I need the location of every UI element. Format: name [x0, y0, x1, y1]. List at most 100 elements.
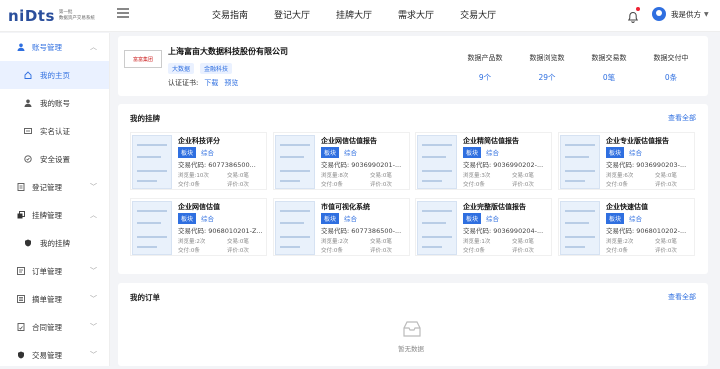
chevron-down-icon: ▼	[704, 10, 709, 18]
product-tag-category: 综合	[486, 215, 499, 223]
document-icon	[17, 183, 25, 191]
company-tag: 金融科技	[200, 63, 233, 74]
logo[interactable]: niDts 第一批 数据资产交易系统	[8, 6, 95, 26]
sidebar-item-account[interactable]: 账号管理 ︿	[0, 33, 109, 61]
listing-item[interactable]: 企业精简估值报告 板块 综合 交易代码: 9036990202-... 浏览量:3次 交易…	[415, 132, 552, 190]
product-code: 交易代码: 6077386500...	[178, 161, 256, 169]
my-listings-card: 我的挂牌 查看全部 企业科技评分 板块 综合 交易代码: 6077386500... 浏…	[118, 104, 708, 274]
listing-item[interactable]: 企业网信估值 板块 综合 交易代码: 9068010201-Z... 浏览量:2次 交易:…	[130, 198, 267, 256]
listing-item[interactable]: 企业快速估值 板块 综合 交易代码: 9068010202-... 浏览量:2次 交易:0…	[558, 198, 695, 256]
product-name: 企业快速估值	[606, 203, 648, 211]
view-all-listings-link[interactable]: 查看全部	[668, 113, 696, 123]
stat-value: 29个	[538, 73, 556, 82]
user-menu[interactable]: 我是供方 ▼	[652, 7, 709, 21]
certificate-download-link[interactable]: 下载	[204, 79, 218, 87]
product-name: 企业科技评分	[178, 137, 220, 145]
notification-dot	[636, 7, 640, 11]
product-thumbnail	[275, 201, 315, 255]
nav-trade[interactable]: 交易大厅	[460, 8, 496, 21]
stat-delivering[interactable]: 数据交付中 0条	[641, 53, 701, 83]
chevron-down-icon: ﹀	[90, 267, 97, 275]
sidebar-item-homepage[interactable]: 我的主页	[0, 61, 109, 89]
sidebar-item-label: 我的挂牌	[40, 238, 70, 248]
shield-icon	[24, 155, 32, 163]
product-code: 交易代码: 9068010201-Z...	[178, 227, 263, 235]
sidebar-item-orders[interactable]: 订单管理 ﹀	[0, 257, 109, 285]
product-rating: 评价:0次	[655, 248, 677, 254]
sidebar-item-my-listing[interactable]: 我的挂牌	[0, 229, 109, 257]
nav-demand[interactable]: 需求大厅	[398, 8, 434, 21]
sidebar-item-verification[interactable]: 实名认证	[0, 117, 109, 145]
product-tag-category: 综合	[629, 215, 642, 223]
sidebar-item-trades[interactable]: 交易管理 ﹀	[0, 341, 109, 369]
listing-item[interactable]: 企业完整版估值报告 板块 综合 交易代码: 9036990204-... 浏览量:1次交…	[415, 198, 552, 256]
sidebar-item-label: 我的主页	[40, 70, 70, 80]
product-views: 浏览量:2次	[321, 239, 349, 245]
sidebar-item-my-account[interactable]: 我的账号	[0, 89, 109, 117]
product-trades: 交易:0笔	[512, 239, 534, 245]
company-tag: 大数据	[168, 63, 195, 74]
chevron-down-icon: ﹀	[90, 351, 97, 359]
stat-value: 0条	[664, 73, 678, 82]
product-code: 交易代码: 6077386500-...	[321, 227, 402, 235]
product-rating: 评价:0次	[370, 248, 392, 254]
product-rating: 评价:0次	[370, 182, 392, 188]
stat-views[interactable]: 数据浏览数 29个	[517, 53, 577, 83]
certificate-row: 认证证书: 下载 预览	[168, 78, 238, 88]
product-name: 企业网信估值	[178, 203, 220, 211]
company-logo: 富富集团	[124, 50, 162, 68]
order-icon	[17, 267, 25, 275]
product-tag-category: 综合	[201, 149, 214, 157]
nav-listing[interactable]: 挂牌大厅	[336, 8, 372, 21]
product-delivery: 交付:0条	[321, 182, 343, 188]
bell-icon[interactable]	[627, 7, 640, 23]
listing-item[interactable]: 企业专业版估值报告 板块 综合 交易代码: 9036990203-... 浏览量:6次交…	[558, 132, 695, 190]
product-code: 交易代码: 9068010202-...	[606, 227, 687, 235]
product-trades: 交易:0笔	[227, 173, 249, 179]
sidebar-item-contracts[interactable]: 合同管理 ﹀	[0, 313, 109, 341]
product-name: 企业专业版估值报告	[606, 137, 669, 145]
logo-subtitle: 第一批 数据资产交易系统	[59, 10, 95, 22]
product-tag-board: 板块	[321, 147, 340, 158]
listing-item[interactable]: 企业科技评分 板块 综合 交易代码: 6077386500... 浏览量:10次 交易:0…	[130, 132, 267, 190]
person-icon	[24, 99, 32, 107]
product-code: 交易代码: 9036990202-...	[463, 161, 544, 169]
product-thumbnail	[275, 135, 315, 189]
listing-item[interactable]: 企业网信估值报告 板块 综合 交易代码: 9036990201-... 浏览量:8次 交易…	[273, 132, 410, 190]
product-name: 企业精简估值报告	[463, 137, 519, 145]
section-title: 我的订单	[130, 293, 160, 302]
product-trades: 交易:0笔	[655, 239, 677, 245]
sidebar-item-label: 我的账号	[40, 98, 70, 108]
sidebar-item-security[interactable]: 安全设置	[0, 145, 109, 173]
product-thumbnail	[132, 135, 172, 189]
certificate-preview-link[interactable]: 预览	[224, 79, 238, 87]
product-name: 企业网信估值报告	[321, 137, 377, 145]
sidebar-item-delisting[interactable]: 摘单管理 ﹀	[0, 285, 109, 313]
my-orders-card: 我的订单 查看全部 暂无数据	[118, 283, 708, 366]
product-views: 浏览量:8次	[321, 173, 349, 179]
nav-registration[interactable]: 登记大厅	[274, 8, 310, 21]
nav-guide[interactable]: 交易指南	[212, 8, 248, 21]
product-code: 交易代码: 9036990204-...	[463, 227, 544, 235]
certificate-label: 认证证书:	[168, 79, 199, 87]
product-tag-board: 板块	[463, 147, 482, 158]
view-all-orders-link[interactable]: 查看全部	[668, 292, 696, 302]
sidebar-item-listing-mgmt[interactable]: 挂牌管理 ︿	[0, 201, 109, 229]
sidebar-item-label: 登记管理	[32, 182, 62, 192]
product-tag-board: 板块	[463, 213, 482, 224]
empty-inbox-icon	[403, 321, 421, 337]
product-thumbnail	[560, 201, 600, 255]
sidebar-item-label: 合同管理	[32, 322, 62, 332]
shield-icon	[25, 239, 31, 247]
listing-item[interactable]: 市值可视化系统 板块 综合 交易代码: 6077386500-... 浏览量:2次 交易:…	[273, 198, 410, 256]
menu-collapse-icon[interactable]	[117, 8, 129, 20]
stat-products[interactable]: 数据产品数 9个	[455, 53, 515, 83]
product-trades: 交易:0笔	[512, 173, 534, 179]
sidebar-item-label: 摘单管理	[32, 294, 62, 304]
sidebar-item-registration[interactable]: 登记管理 ﹀	[0, 173, 109, 201]
sidebar-item-label: 实名认证	[40, 126, 70, 136]
chevron-down-icon: ﹀	[90, 323, 97, 331]
chevron-up-icon: ︿	[90, 211, 97, 219]
home-icon	[24, 71, 32, 79]
stat-trades[interactable]: 数据交易数 0笔	[579, 53, 639, 83]
